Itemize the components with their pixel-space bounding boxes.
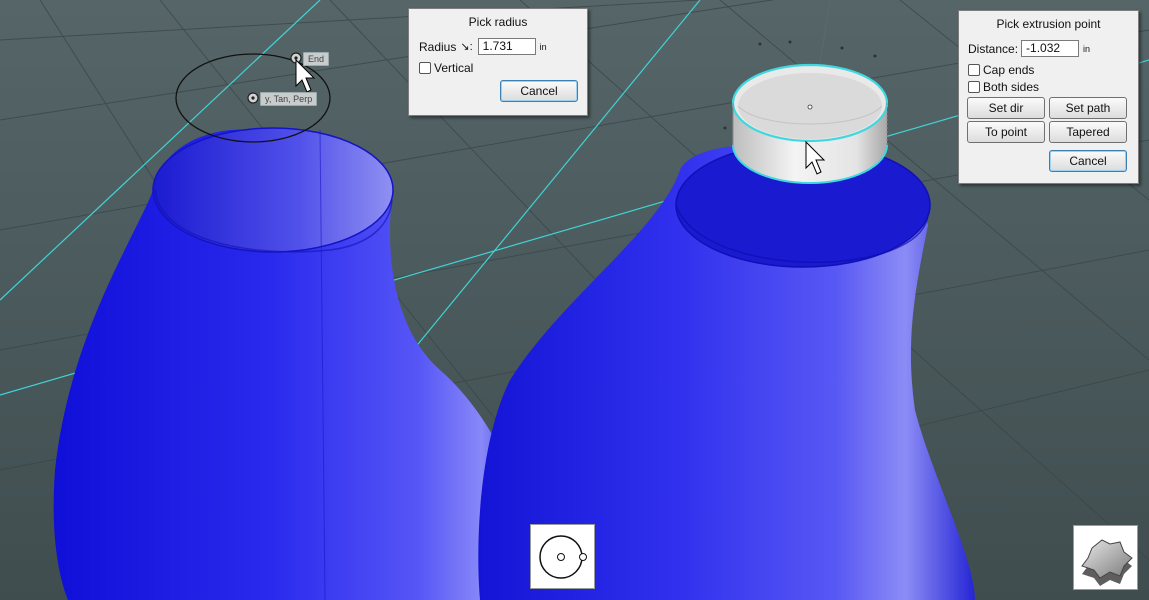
to-point-button[interactable]: To point (967, 121, 1045, 143)
radius-input[interactable]: 1.731 (477, 38, 536, 55)
radius-unit: in (539, 41, 547, 52)
radius-toggle-icon[interactable]: ↘: (460, 40, 472, 53)
cap-ends-checkbox[interactable] (968, 64, 980, 76)
pick-radius-dialog: Pick radius Radius ↘: 1.731 in Vertical … (408, 8, 588, 116)
end-snap-label: End (303, 52, 330, 66)
tan-perp-snap-label: y, Tan, Perp (260, 92, 318, 106)
both-sides-checkbox[interactable] (968, 81, 980, 93)
dialog-title: Pick radius (468, 15, 528, 29)
extrude-tool-button[interactable] (1073, 525, 1138, 590)
vertical-checkbox[interactable] (419, 62, 431, 74)
tapered-button[interactable]: Tapered (1049, 121, 1127, 143)
left-vase-opening (153, 128, 393, 252)
set-dir-button[interactable]: Set dir (967, 97, 1045, 119)
cancel-button[interactable]: Cancel (500, 80, 578, 102)
circle-radius-icon (539, 535, 587, 579)
cancel-button[interactable]: Cancel (1049, 150, 1127, 172)
dialog-title: Pick extrusion point (996, 17, 1101, 31)
cap-ends-label[interactable]: Cap ends (983, 63, 1034, 77)
both-sides-label[interactable]: Both sides (983, 80, 1039, 94)
distance-unit: in (1083, 43, 1091, 54)
pick-extrusion-dialog: Pick extrusion point Distance: -1.032 in… (958, 10, 1139, 184)
set-path-button[interactable]: Set path (1049, 97, 1127, 119)
distance-input[interactable]: -1.032 (1021, 40, 1080, 57)
tan-snap-marker (247, 92, 259, 104)
circle-radius-tool-button[interactable] (530, 524, 595, 589)
extrusion-ring (731, 63, 889, 184)
distance-label: Distance: (968, 41, 1019, 56)
radius-label: Radius (419, 39, 457, 54)
vertical-label[interactable]: Vertical (434, 61, 473, 75)
extrude-gear-icon (1081, 539, 1133, 586)
